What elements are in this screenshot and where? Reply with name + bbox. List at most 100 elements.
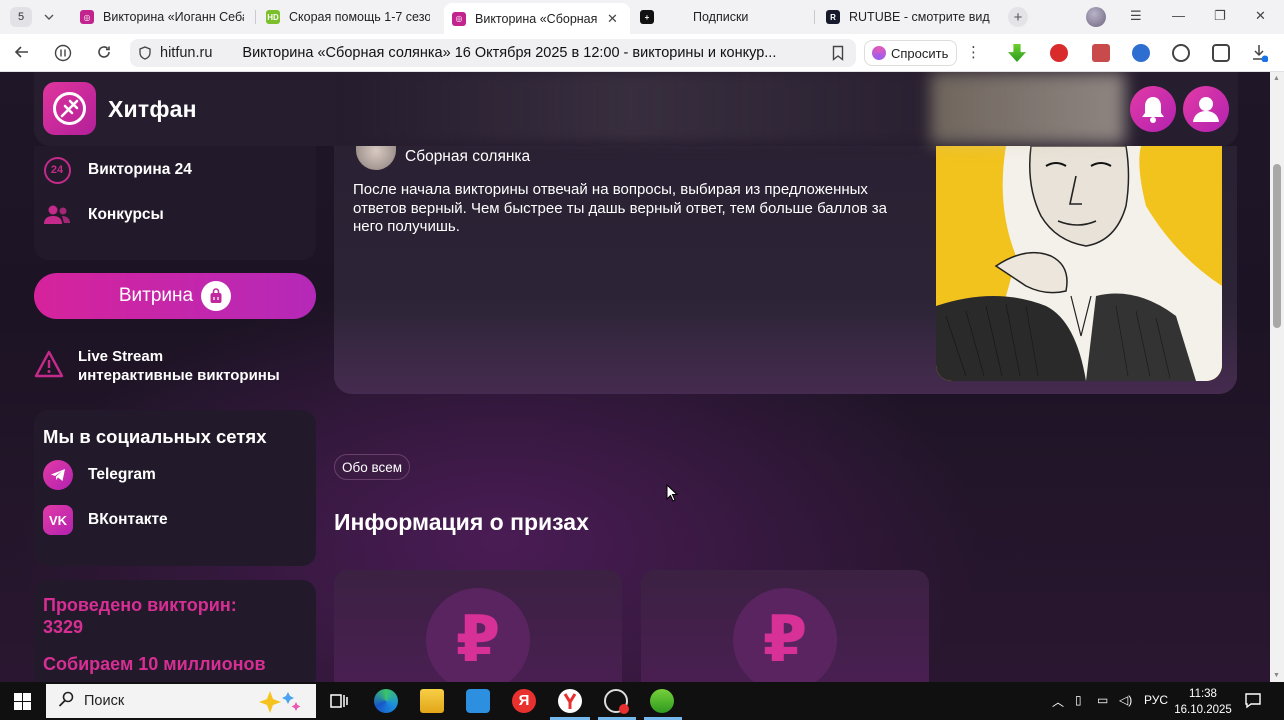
- adblock-extension-icon[interactable]: [1050, 44, 1068, 62]
- vitrina-label: Витрина: [118, 285, 194, 306]
- microsoft-store-icon[interactable]: [466, 689, 490, 713]
- menu-icon[interactable]: ☰: [1130, 8, 1142, 24]
- telegram-icon: [43, 460, 73, 490]
- tab-title: Подписки: [693, 10, 749, 24]
- category-tag[interactable]: Обо всем: [334, 454, 411, 480]
- back-arrow-icon[interactable]: [14, 44, 30, 65]
- new-tab-button[interactable]: +: [1008, 7, 1028, 27]
- notification-center-icon[interactable]: [1244, 691, 1262, 712]
- ruble-coin-icon: ₽: [426, 588, 530, 682]
- rutube-favicon-icon: R: [826, 10, 840, 24]
- tab-title: Викторина «Иоганн Себа: [103, 10, 244, 24]
- scrollbar-thumb[interactable]: [1273, 164, 1281, 328]
- header-blur-overlay-image: [930, 72, 1125, 144]
- more-options-icon[interactable]: ⋮: [966, 43, 981, 61]
- download-extension-icon[interactable]: [1008, 44, 1026, 62]
- sidebar-item-label: Викторина 24: [88, 161, 192, 178]
- ask-ai-button[interactable]: Спросить: [864, 40, 958, 66]
- mouse-cursor-icon: [666, 483, 679, 507]
- social-label: ВКонтакте: [88, 511, 168, 528]
- scroll-up-icon[interactable]: ▲: [1273, 75, 1280, 82]
- browser-tab-2[interactable]: HD Скорая помощь 1-7 сезо: [258, 3, 438, 31]
- close-window-icon[interactable]: ✕: [1255, 8, 1266, 24]
- network-icon[interactable]: ▭: [1097, 693, 1108, 707]
- yandex-icon[interactable]: Я: [512, 689, 536, 713]
- hitfun-favicon-icon: ◎: [452, 11, 466, 26]
- social-telegram-link[interactable]: Telegram: [43, 460, 156, 490]
- browser-address-bar: hitfun.ru Викторина «Сборная солянка» 16…: [0, 34, 1284, 72]
- minimize-icon[interactable]: —: [1172, 8, 1185, 23]
- torrent-app-icon[interactable]: [650, 689, 674, 713]
- show-hidden-icons-icon[interactable]: ︿: [1052, 693, 1064, 710]
- windows-taskbar: Поиск Я ︿ ▯ ▭ ◁) РУС 11:38 16.10.2025: [0, 682, 1284, 720]
- quiz-author-name: Сборная солянка: [405, 148, 531, 165]
- social-vk-link[interactable]: VK ВКонтакте: [43, 505, 168, 535]
- quiz24-icon: 24: [42, 155, 72, 185]
- task-view-icon[interactable]: [327, 689, 351, 713]
- quiz-cover-image: [936, 146, 1222, 381]
- browser-tab-3-active[interactable]: ◎ Викторина «Сборная с ✕: [444, 3, 630, 34]
- url-domain: hitfun.ru: [160, 45, 213, 61]
- bookmark-icon[interactable]: [832, 45, 844, 65]
- prize-card[interactable]: ₽: [334, 570, 622, 682]
- live-stream-link[interactable]: Live Stream интерактивные викторины: [34, 346, 316, 390]
- quiz-description: После начала викторины отвечай на вопрос…: [353, 181, 888, 235]
- close-tab-icon[interactable]: ✕: [607, 11, 618, 27]
- hitfun-logo-icon[interactable]: [43, 82, 96, 135]
- quizzes-held-count: 3329: [43, 617, 84, 637]
- web-page: Сборная солянка После начала викторины о…: [0, 72, 1270, 682]
- sidebar-item-contests[interactable]: Конкурсы: [42, 200, 164, 230]
- live-stream-title: Live Stream: [78, 348, 164, 365]
- file-explorer-icon[interactable]: [420, 689, 444, 713]
- translate-extension-icon[interactable]: [1132, 44, 1150, 62]
- browser-profile-avatar[interactable]: [1086, 7, 1106, 27]
- ai-spark-icon: [872, 46, 886, 60]
- social-title: Мы в социальных сетях: [43, 426, 267, 447]
- tab-list-chevron-icon[interactable]: [38, 8, 60, 26]
- media-player-icon[interactable]: [1172, 44, 1190, 62]
- edge-browser-icon[interactable]: [374, 689, 398, 713]
- shopping-bag-icon: [201, 281, 232, 311]
- taskbar-search-input[interactable]: Поиск: [46, 684, 316, 718]
- vk-icon: VK: [43, 505, 73, 535]
- clock-date: 16.10.2025: [1174, 704, 1232, 716]
- windows-start-icon[interactable]: [14, 693, 31, 715]
- hitfun-favicon-icon: ◎: [80, 10, 94, 24]
- scroll-down-icon[interactable]: ▼: [1273, 672, 1280, 679]
- prize-card[interactable]: ₽: [641, 570, 929, 682]
- header-blur-overlay: [340, 72, 920, 142]
- screen-recorder-icon[interactable]: [604, 689, 629, 714]
- notifications-bell-icon[interactable]: [1130, 86, 1176, 132]
- collections-icon[interactable]: [1212, 44, 1230, 62]
- reload-icon[interactable]: [96, 44, 112, 65]
- sidebar-item-quiz24[interactable]: 24 Викторина 24: [42, 155, 192, 185]
- reader-mode-icon[interactable]: [54, 44, 72, 67]
- user-profile-icon[interactable]: [1183, 86, 1229, 132]
- browser-tab-1[interactable]: ◎ Викторина «Иоганн Себа: [72, 3, 252, 31]
- site-brand-name[interactable]: Хитфан: [108, 96, 197, 123]
- prize-info-title: Информация о призах: [334, 509, 589, 535]
- url-field[interactable]: hitfun.ru Викторина «Сборная солянка» 16…: [130, 39, 856, 67]
- volume-icon[interactable]: ◁): [1119, 693, 1132, 707]
- live-stream-subtitle: интерактивные викторины: [78, 367, 280, 384]
- site-security-icon[interactable]: [138, 46, 152, 64]
- search-icon: [58, 691, 74, 711]
- live-warning-icon: [34, 350, 64, 382]
- yandex-browser-icon[interactable]: [558, 689, 582, 713]
- extension-icon[interactable]: [1092, 44, 1110, 62]
- downloads-icon[interactable]: [1252, 44, 1269, 63]
- sidebar-item-label: Конкурсы: [88, 206, 164, 223]
- page-scrollbar[interactable]: ▲ ▼: [1270, 72, 1284, 682]
- restore-icon[interactable]: ❐: [1214, 8, 1226, 24]
- taskbar-clock[interactable]: 11:38 16.10.2025: [1172, 686, 1234, 718]
- search-placeholder: Поиск: [84, 693, 125, 709]
- input-language[interactable]: РУС: [1144, 693, 1168, 707]
- tab-title: Викторина «Сборная с: [475, 11, 599, 26]
- tab-count-badge[interactable]: 5: [10, 7, 32, 27]
- device-icon[interactable]: ▯: [1075, 693, 1082, 707]
- hd-favicon-icon: HD: [266, 10, 280, 24]
- fundraising-label: Собираем 10 миллионов: [43, 654, 266, 674]
- vitrina-shop-button[interactable]: Витрина: [34, 273, 316, 319]
- browser-tab-4[interactable]: + Подписки: [632, 3, 812, 31]
- browser-tab-5[interactable]: R RUTUBE - смотрите виде: [818, 3, 998, 31]
